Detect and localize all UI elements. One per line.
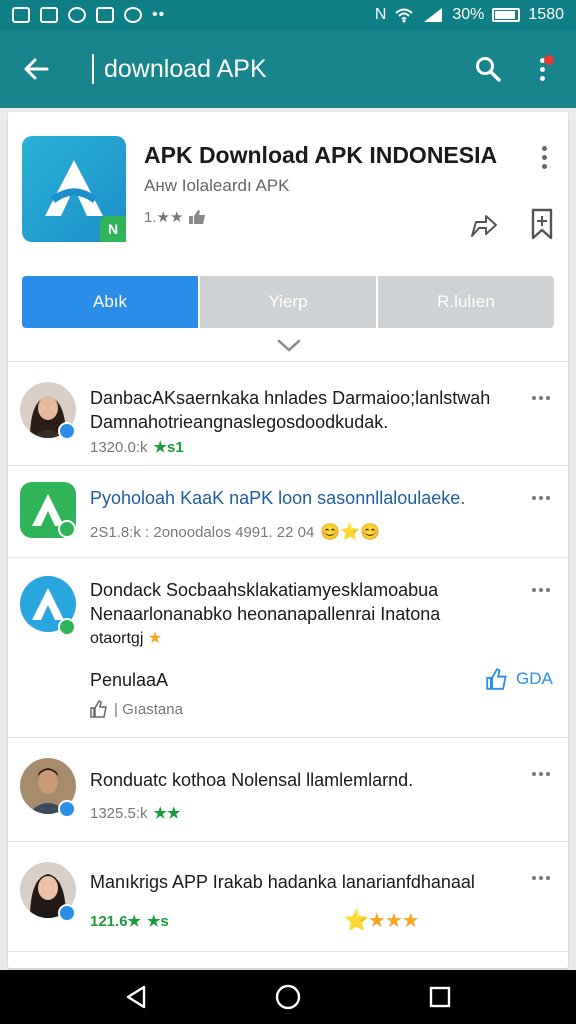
item-overflow-button[interactable] — [528, 390, 554, 406]
item-overflow-button[interactable] — [528, 490, 554, 506]
item-stars: ★s — [146, 913, 169, 930]
status-right-icons: N 30% 1580 — [375, 6, 564, 24]
tab-rulien[interactable]: R.lulıen — [378, 276, 554, 328]
item-description: Damnahotrieangnaslegosdoodkudak. — [90, 412, 389, 432]
search-icon — [476, 57, 501, 82]
text-cursor — [92, 54, 94, 84]
bookmark-icon[interactable] — [528, 208, 556, 240]
item-overflow-button[interactable] — [528, 766, 554, 782]
item-title: Pyoholoah KaaK naPK loon sasonnllaloulae… — [90, 488, 466, 508]
notification-dot — [544, 55, 554, 65]
circle-home-icon — [275, 984, 301, 1010]
arrow-left-icon — [24, 58, 49, 80]
item-description-2: otaortgj ★ — [90, 630, 163, 647]
item-description: Nenaarlonanabko heonanapallenrai Inatona — [90, 604, 441, 624]
app-rating: 1.★★ — [144, 208, 209, 226]
battery-icon — [492, 8, 521, 22]
item-label: PenulaaA — [90, 670, 169, 690]
list-item[interactable]: Dondack Socbaahsklakatiamyesklamoabua Ne… — [8, 558, 568, 738]
thumbs-icon — [189, 210, 206, 224]
system-nav-bar — [0, 970, 576, 1024]
app-overflow-button[interactable] — [534, 142, 554, 172]
nfc-icon: N — [374, 6, 387, 23]
item-count: 1325.5:k — [90, 804, 148, 822]
apk-logo-icon — [32, 588, 64, 620]
app-logo-badge: N — [100, 216, 126, 242]
app-logo[interactable]: N — [22, 136, 126, 242]
status-bar: •• N 30% 1580 — [0, 0, 576, 30]
triangle-back-icon — [126, 985, 146, 1009]
nav-recents-button[interactable] — [420, 977, 460, 1017]
like-text: | Gıastana — [114, 700, 183, 718]
item-meta: 121.6★ ★s — [90, 912, 169, 930]
item-stars: ★★ — [153, 805, 181, 822]
signal-icon — [424, 8, 443, 22]
tab-apk[interactable]: Abık — [22, 276, 198, 328]
search-button[interactable] — [470, 51, 506, 87]
list-item[interactable]: DanbacAKsaernkaka hnlades Darmaioo;lanls… — [8, 366, 568, 466]
apk-logo-icon — [45, 160, 103, 216]
notification-icon-1 — [12, 7, 30, 23]
segmented-control: Abık Yierp R.lulıen — [22, 276, 554, 328]
status-left-icons: •• — [12, 6, 165, 24]
nav-back-button[interactable] — [116, 977, 156, 1017]
app-rating-text: 1.★★ — [144, 209, 184, 226]
wifi-icon — [395, 8, 414, 23]
list-item[interactable]: Ronduatc kothoa Nolensal llamlemlarnd. 1… — [8, 738, 568, 842]
emoji-reactions-icon: 😊⭐😊 — [320, 524, 381, 541]
item-meta: 1320.0:k ★s1 — [90, 438, 184, 457]
like-row[interactable]: | Gıastana — [90, 700, 183, 718]
app-icon — [68, 7, 86, 23]
item-meta: 2S1.8:k : 2onoodalos 4991. 22 04 😊⭐😊 — [90, 522, 380, 542]
thumbs-up-icon — [486, 668, 507, 690]
chevron-down-icon[interactable] — [276, 334, 302, 356]
search-app-bar: download APK — [0, 30, 576, 108]
app-title: APK Download APK INDONESIA — [144, 142, 498, 168]
verified-badge-icon — [58, 618, 76, 636]
square-recents-icon — [429, 986, 451, 1008]
item-meta: 1325.5:k ★★ — [90, 804, 181, 823]
search-query-field[interactable]: download APK — [92, 54, 267, 84]
overflow-menu-button[interactable] — [524, 51, 560, 87]
gallery-icon — [40, 7, 58, 23]
verified-badge-icon — [58, 520, 76, 538]
list-item[interactable]: Pyoholoah KaaK naPK loon sasonnllaloulae… — [8, 466, 568, 558]
image-icon — [96, 7, 114, 23]
share-icon[interactable] — [468, 208, 500, 240]
list-item[interactable]: Manıkrigs APP Irakab hadanka lanarianfdh… — [8, 842, 568, 952]
item-title: Manıkrigs APP Irakab hadanka lanarianfdh… — [90, 872, 475, 892]
app-header: N APK Download APK INDONESIA Aнw Iolalea… — [8, 112, 568, 362]
item-count: 121.6★ — [90, 913, 141, 930]
record-icon — [124, 7, 142, 23]
verified-badge-icon — [58, 800, 76, 818]
thumbs-up-icon — [90, 700, 107, 718]
gda-label: GDA — [516, 669, 553, 688]
verified-badge-icon — [58, 422, 76, 440]
verified-badge-icon — [58, 904, 76, 922]
item-overflow-button[interactable] — [528, 870, 554, 886]
star-icon: ★ — [147, 630, 163, 647]
battery-percent: 30% — [452, 6, 485, 23]
item-overflow-button[interactable] — [528, 582, 554, 598]
app-bar-actions — [470, 51, 560, 87]
search-query-text: download APK — [104, 54, 267, 83]
item-title: Dondack Socbaahsklakatiamyesklamoabua — [90, 580, 439, 600]
clock: 1580 — [528, 6, 564, 23]
gda-button[interactable]: GDA — [486, 668, 553, 690]
more-notifications-icon: •• — [152, 6, 166, 23]
item-count: 2S1.8:k : 2onoodalos 4991. 22 04 — [90, 523, 315, 541]
results-card: N APK Download APK INDONESIA Aнw Iolalea… — [8, 112, 568, 968]
item-title: DanbacAKsaernkaka hnlades Darmaioo;lanls… — [90, 388, 491, 408]
item-count: 1320.0:k — [90, 438, 148, 456]
tab-yierp[interactable]: Yierp — [200, 276, 376, 328]
item-stars: ★s1 — [153, 439, 184, 456]
nav-home-button[interactable] — [268, 977, 308, 1017]
item-title: Ronduatc kothoa Nolensal llamlemlarnd. — [90, 770, 414, 790]
app-subtitle: Aнw Iolaleardı APK — [144, 176, 290, 195]
rating-stars-icon: ⭐★★★ — [344, 910, 420, 932]
back-button[interactable] — [18, 51, 54, 87]
